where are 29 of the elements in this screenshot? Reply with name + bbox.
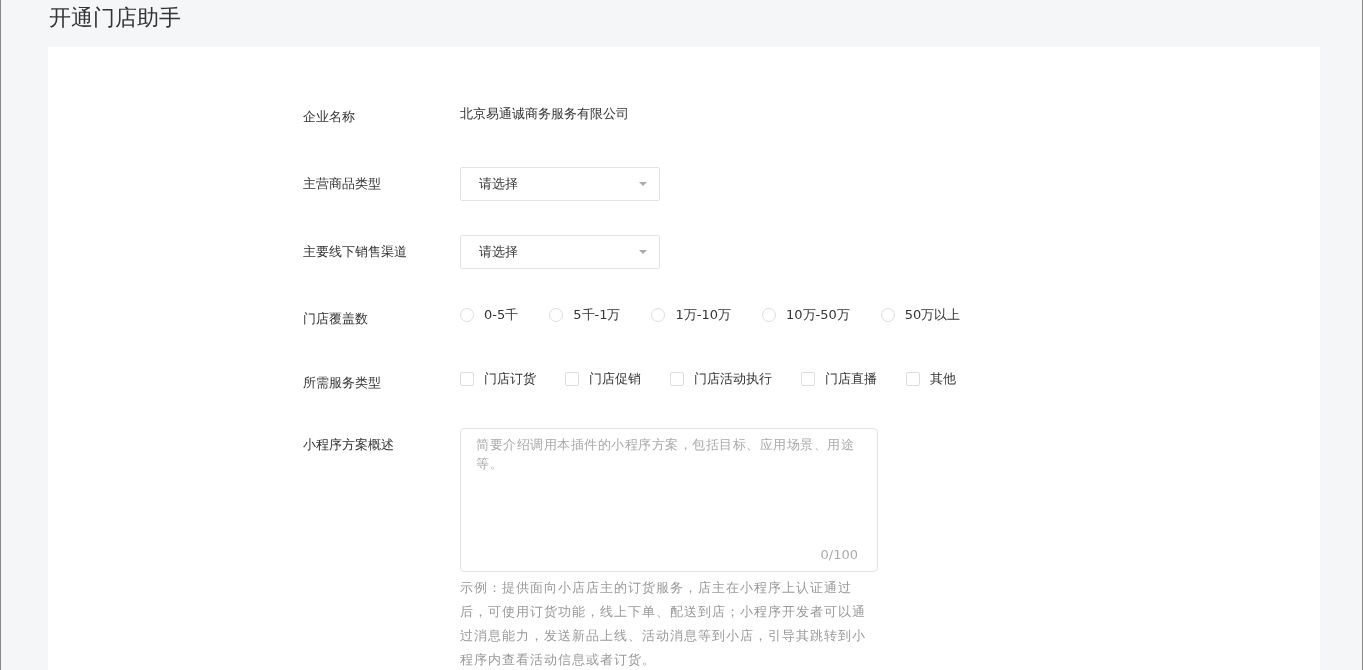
checkbox[interactable] xyxy=(565,372,579,386)
field-label: 主要线下销售渠道 xyxy=(303,243,408,261)
checkbox[interactable] xyxy=(906,372,920,386)
radio-label: 0-5千 xyxy=(484,306,519,324)
radio-label: 1万-10万 xyxy=(675,306,731,324)
sales-channel-dropdown[interactable]: 请选择 xyxy=(460,235,660,269)
caret-icon xyxy=(639,250,647,254)
radio-label: 50万以上 xyxy=(904,306,961,324)
caret-icon xyxy=(639,182,647,186)
field-label: 小程序方案概述 xyxy=(303,436,395,454)
checkbox[interactable] xyxy=(460,372,474,386)
field-label: 企业名称 xyxy=(303,108,356,126)
checkbox-label: 门店直播 xyxy=(825,370,877,388)
page-title: 开通门店助手 xyxy=(48,4,182,32)
checkbox[interactable] xyxy=(670,372,684,386)
character-counter: 0/100 xyxy=(820,547,858,562)
company-name: 北京易通诚商务服务有限公司 xyxy=(460,105,629,123)
radio-label: 10万-50万 xyxy=(786,306,850,324)
field-label: 所需服务类型 xyxy=(303,374,382,392)
field-label: 主营商品类型 xyxy=(303,175,382,193)
checkbox-label: 门店活动执行 xyxy=(694,370,772,388)
checkbox-label: 门店订货 xyxy=(484,370,536,388)
product-type-dropdown[interactable]: 请选择 xyxy=(460,167,660,201)
checkbox-label: 其他 xyxy=(930,370,956,388)
checkbox-label: 门店促销 xyxy=(589,370,641,388)
checkbox[interactable] xyxy=(801,372,815,386)
field-label: 门店覆盖数 xyxy=(303,310,369,328)
example-hint: 示例：提供面向小店店主的订货服务，店主在小程序上认证通过后，可使用订货功能，线上下单、配送到店；小程序开发者可以通过消息能力，发送新品上线、活动消息等到小店，引导其跳转到小程序内查看活动信息或者订货。 xyxy=(460,579,867,669)
radio-label: 5千-1万 xyxy=(573,306,621,324)
